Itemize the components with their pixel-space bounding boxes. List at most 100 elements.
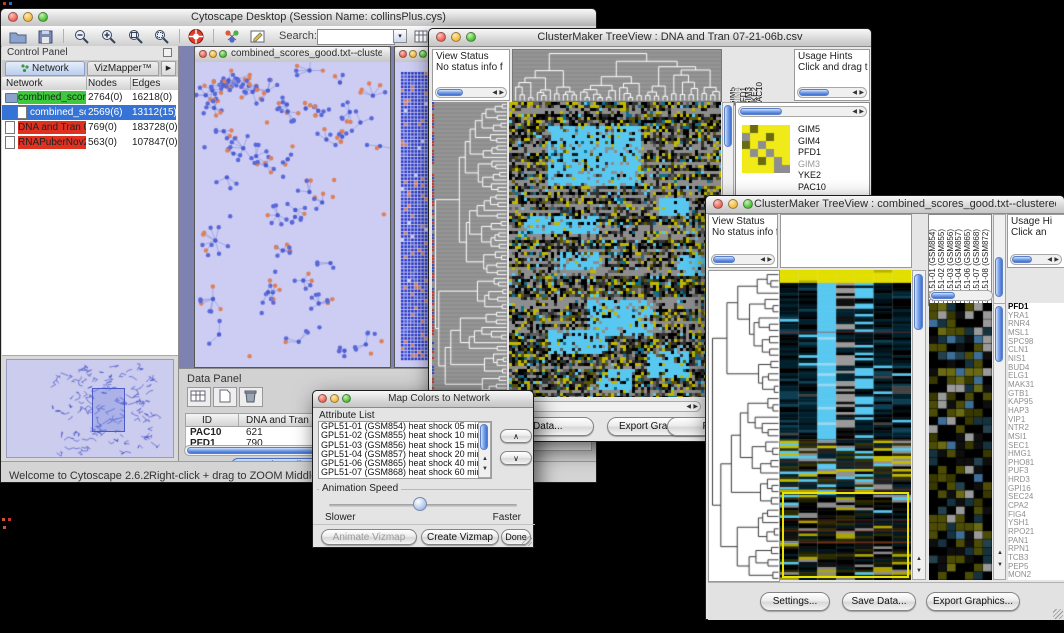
minimize-button[interactable]	[209, 50, 217, 58]
tv1-usage-hints-panel: Usage Hints Click and drag t ◀▶	[794, 49, 870, 101]
dialog-titlebar[interactable]: Map Colors to Network	[313, 391, 533, 408]
overview-viewport-rect[interactable]	[92, 388, 125, 432]
usage-hints-hscrollbar[interactable]: ◀▶	[797, 87, 867, 98]
zoom-fit-icon[interactable]	[127, 29, 145, 44]
tab-vizmapper[interactable]: VizMapper™	[87, 61, 159, 76]
tv1-row-dendrogram[interactable]	[432, 102, 507, 397]
minimize-button[interactable]	[23, 12, 33, 22]
network-name[interactable]: combined_scores	[18, 91, 86, 104]
close-button[interactable]	[399, 50, 407, 58]
resize-grip[interactable]	[522, 536, 532, 546]
data-col-id[interactable]: ID	[202, 415, 212, 426]
network-view-titlebar[interactable]: combined_scores_good.txt--cluste...	[195, 47, 390, 63]
tv2-row-dendrogram[interactable]	[708, 270, 780, 582]
close-button[interactable]	[199, 50, 207, 58]
new-attribute-icon[interactable]	[213, 387, 237, 407]
speed-slider-thumb[interactable]	[413, 497, 427, 511]
gene-label[interactable]: PFD1	[798, 147, 826, 159]
zoom-button[interactable]	[743, 199, 753, 209]
zoom-button[interactable]	[219, 50, 227, 58]
delete-attribute-trash-icon[interactable]	[239, 387, 263, 407]
tv1-zoom-hscrollbar[interactable]: ◀▶	[738, 106, 867, 117]
zoom-button[interactable]	[38, 12, 48, 22]
zoom-in-icon[interactable]	[100, 29, 118, 44]
tv2-heatmap-vscrollbar[interactable]: ▲▼	[912, 270, 926, 580]
minimize-button[interactable]	[451, 32, 461, 42]
gene-label[interactable]: YKE2	[798, 170, 826, 182]
export-graphics-button[interactable]: Export Graphics...	[926, 592, 1020, 611]
tv1-title: ClusterMaker TreeView : DNA and Tran 07-…	[477, 31, 863, 43]
zoom-selected-icon[interactable]	[153, 29, 171, 44]
float-panel-icon[interactable]	[163, 48, 172, 57]
tv1-titlebar[interactable]: ClusterMaker TreeView : DNA and Tran 07-…	[429, 29, 871, 47]
network-tab-icon	[21, 64, 29, 72]
save-icon[interactable]	[37, 29, 55, 44]
view-status-hscrollbar[interactable]: ◀▶	[711, 254, 775, 265]
tv1-zoom-heatmap[interactable]	[742, 125, 790, 173]
gene-label[interactable]: PAC10	[798, 182, 826, 194]
attribute-item[interactable]: GPL51-07 (GSM868) heat shock 60 min	[321, 468, 482, 477]
move-down-button[interactable]: ∨	[500, 451, 532, 465]
help-lifebuoy-icon[interactable]	[188, 29, 206, 44]
gene-label[interactable]: GIM3	[798, 159, 826, 171]
attribute-table-icon[interactable]	[187, 387, 211, 407]
open-folder-icon[interactable]	[9, 29, 27, 44]
tv1-gene-labels[interactable]: GIM5GIM4PFD1GIM3YKE2PAC10	[798, 124, 826, 193]
create-vizmap-button[interactable]: Create Vizmap	[421, 529, 499, 545]
tv2-zoom-heatmap[interactable]	[929, 303, 992, 580]
search-dropdown-button[interactable]: ▾	[393, 29, 407, 43]
network-overview-canvas[interactable]	[7, 360, 173, 457]
tv2-zoom-hscrollbar[interactable]	[929, 290, 993, 301]
zoom-button[interactable]	[466, 32, 476, 42]
zoom-out-icon[interactable]	[73, 29, 91, 44]
network-graph-canvas[interactable]	[195, 62, 390, 367]
tv2-genes-vscrollbar[interactable]: ▲▼	[993, 303, 1006, 580]
animate-vizmap-button[interactable]: Animate Vizmap	[321, 529, 417, 545]
attribute-listbox[interactable]: GPL51-01 (GSM854) heat shock 05 minGPL51…	[318, 421, 492, 479]
data-row-value[interactable]: 621	[246, 427, 263, 438]
minimize-button[interactable]	[409, 50, 417, 58]
tab-overflow-arrow[interactable]: ▶	[161, 61, 176, 76]
data-row-id[interactable]: PAC10	[190, 427, 222, 438]
attribute-list-vscrollbar[interactable]: ▲▼	[478, 422, 491, 478]
minimize-button[interactable]	[330, 394, 339, 403]
tv2-gene-labels[interactable]: PFD1YRA1RNR4MSL1SPC98CLN1NIS1BUD4ELG1MAK…	[1008, 303, 1064, 580]
gene-label[interactable]: MON2	[1008, 571, 1064, 580]
network-name[interactable]: DNA and Tran 07	[18, 121, 86, 134]
network-list-row[interactable]: combined_scores2764(0)16218(0)	[2, 90, 176, 105]
tv1-column-labels[interactable]: GIM5GIM4PFD1GIM3YKE2PAC10	[730, 49, 770, 107]
network-name[interactable]: combined_sco	[30, 106, 86, 119]
tv1-column-dendrogram[interactable]	[512, 49, 722, 102]
minimize-button[interactable]	[728, 199, 738, 209]
col-header-nodes[interactable]: Nodes	[88, 78, 117, 89]
zoom-button[interactable]	[342, 394, 351, 403]
gene-label[interactable]: GIM5	[798, 124, 826, 136]
vizmapper-icon[interactable]	[223, 29, 241, 44]
network-name[interactable]: RNAPuberNov2+I	[18, 136, 86, 149]
network-list-row[interactable]: RNAPuberNov2+I563(0)107847(0)	[2, 135, 176, 150]
close-button[interactable]	[318, 394, 327, 403]
search-input[interactable]	[317, 29, 395, 45]
tv1-global-heatmap[interactable]	[509, 102, 721, 397]
network-list-row[interactable]: combined_sco2569(6)13112(15)	[2, 105, 176, 120]
tv2-titlebar[interactable]: ClusterMaker TreeView : combined_scores_…	[706, 196, 1064, 214]
usage-hints-hscrollbar[interactable]: ◀▶	[1010, 254, 1062, 265]
close-button[interactable]	[713, 199, 723, 209]
tab-network[interactable]: Network	[5, 61, 85, 76]
move-up-button[interactable]: ∧	[500, 429, 532, 443]
settings-button[interactable]: Settings...	[760, 592, 830, 611]
annotation-icon[interactable]	[249, 29, 267, 44]
save-data-button[interactable]: Save Data...	[842, 592, 916, 611]
gene-label[interactable]: GIM4	[798, 136, 826, 148]
col-header-edges[interactable]: Edges	[132, 78, 160, 89]
close-button[interactable]	[8, 12, 18, 22]
col-header-network[interactable]: Network	[6, 78, 43, 89]
tv2-title: ClusterMaker TreeView : combined_scores_…	[754, 198, 1056, 210]
tv2-top-vscrollbar[interactable]	[993, 214, 1006, 306]
network-list-row[interactable]: DNA and Tran 07769(0)183728(0)	[2, 120, 176, 135]
close-button[interactable]	[436, 32, 446, 42]
view-status-hscrollbar[interactable]: ◀▶	[435, 87, 507, 98]
zoom-button[interactable]	[419, 50, 427, 58]
resize-grip[interactable]	[1053, 609, 1063, 619]
main-titlebar[interactable]: Cytoscape Desktop (Session Name: collins…	[1, 9, 596, 27]
